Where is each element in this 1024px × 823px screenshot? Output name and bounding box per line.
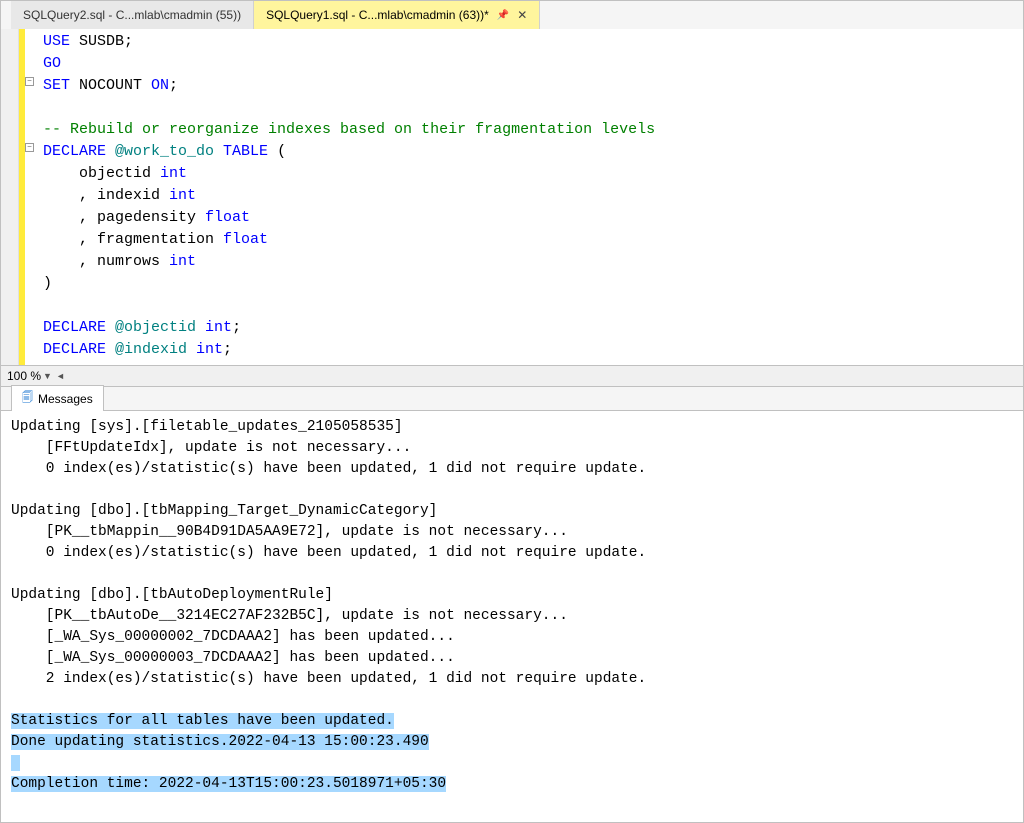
- line-gutter: [1, 29, 19, 365]
- tab-label: SQLQuery2.sql - C...mlab\cmadmin (55)): [23, 8, 241, 22]
- tab-bar: SQLQuery2.sql - C...mlab\cmadmin (55)) S…: [1, 1, 1023, 29]
- messages-icon: 🗐: [22, 389, 33, 408]
- collapse-toggle[interactable]: −: [25, 77, 34, 86]
- output-line: [FFtUpdateIdx], update is not necessary.…: [11, 440, 411, 456]
- collapse-gutter: − −: [25, 29, 39, 365]
- messages-tab[interactable]: 🗐 Messages: [11, 385, 104, 411]
- output-highlighted: [11, 755, 20, 771]
- output-line: 2 index(es)/statistic(s) have been updat…: [11, 671, 646, 687]
- zoom-bar: 100 % ▼ ◄: [1, 365, 1023, 387]
- code-editor[interactable]: − − USE SUSDB; GO SET NOCOUNT ON; -- Reb…: [1, 29, 1023, 365]
- tab-label: SQLQuery1.sql - C...mlab\cmadmin (63))*: [266, 8, 489, 22]
- output-highlighted: Done updating statistics.2022-04-13 15:0…: [11, 734, 429, 750]
- output-line: [_WA_Sys_00000003_7DCDAAA2] has been upd…: [11, 650, 455, 666]
- tab-inactive[interactable]: SQLQuery2.sql - C...mlab\cmadmin (55)): [11, 1, 254, 29]
- output-line: 0 index(es)/statistic(s) have been updat…: [11, 461, 646, 477]
- output-line: Updating [dbo].[tbMapping_Target_Dynamic…: [11, 503, 437, 519]
- pin-icon[interactable]: 📌: [497, 10, 509, 21]
- zoom-value: 100 %: [7, 369, 41, 383]
- messages-output[interactable]: Updating [sys].[filetable_updates_210505…: [1, 411, 1023, 821]
- code-content[interactable]: USE SUSDB; GO SET NOCOUNT ON; -- Rebuild…: [39, 29, 1023, 365]
- collapse-toggle[interactable]: −: [25, 143, 34, 152]
- output-line: 0 index(es)/statistic(s) have been updat…: [11, 545, 646, 561]
- output-line: [PK__tbAutoDe__3214EC27AF232B5C], update…: [11, 608, 568, 624]
- messages-tab-label: Messages: [38, 392, 93, 406]
- output-line: [PK__tbMappin__90B4D91DA5AA9E72], update…: [11, 524, 568, 540]
- output-line: [_WA_Sys_00000002_7DCDAAA2] has been upd…: [11, 629, 455, 645]
- output-highlighted: Completion time: 2022-04-13T15:00:23.501…: [11, 776, 446, 792]
- chevron-down-icon: ▼: [43, 371, 52, 381]
- output-highlighted: Statistics for all tables have been upda…: [11, 713, 394, 729]
- output-line: Updating [dbo].[tbAutoDeploymentRule]: [11, 587, 333, 603]
- chevron-left-icon[interactable]: ◄: [56, 371, 65, 381]
- zoom-dropdown[interactable]: 100 % ▼: [7, 369, 52, 383]
- output-line: Updating [sys].[filetable_updates_210505…: [11, 419, 403, 435]
- results-tab-bar: 🗐 Messages: [1, 387, 1023, 411]
- tab-active[interactable]: SQLQuery1.sql - C...mlab\cmadmin (63))* …: [254, 1, 540, 29]
- close-icon[interactable]: ✕: [517, 8, 527, 22]
